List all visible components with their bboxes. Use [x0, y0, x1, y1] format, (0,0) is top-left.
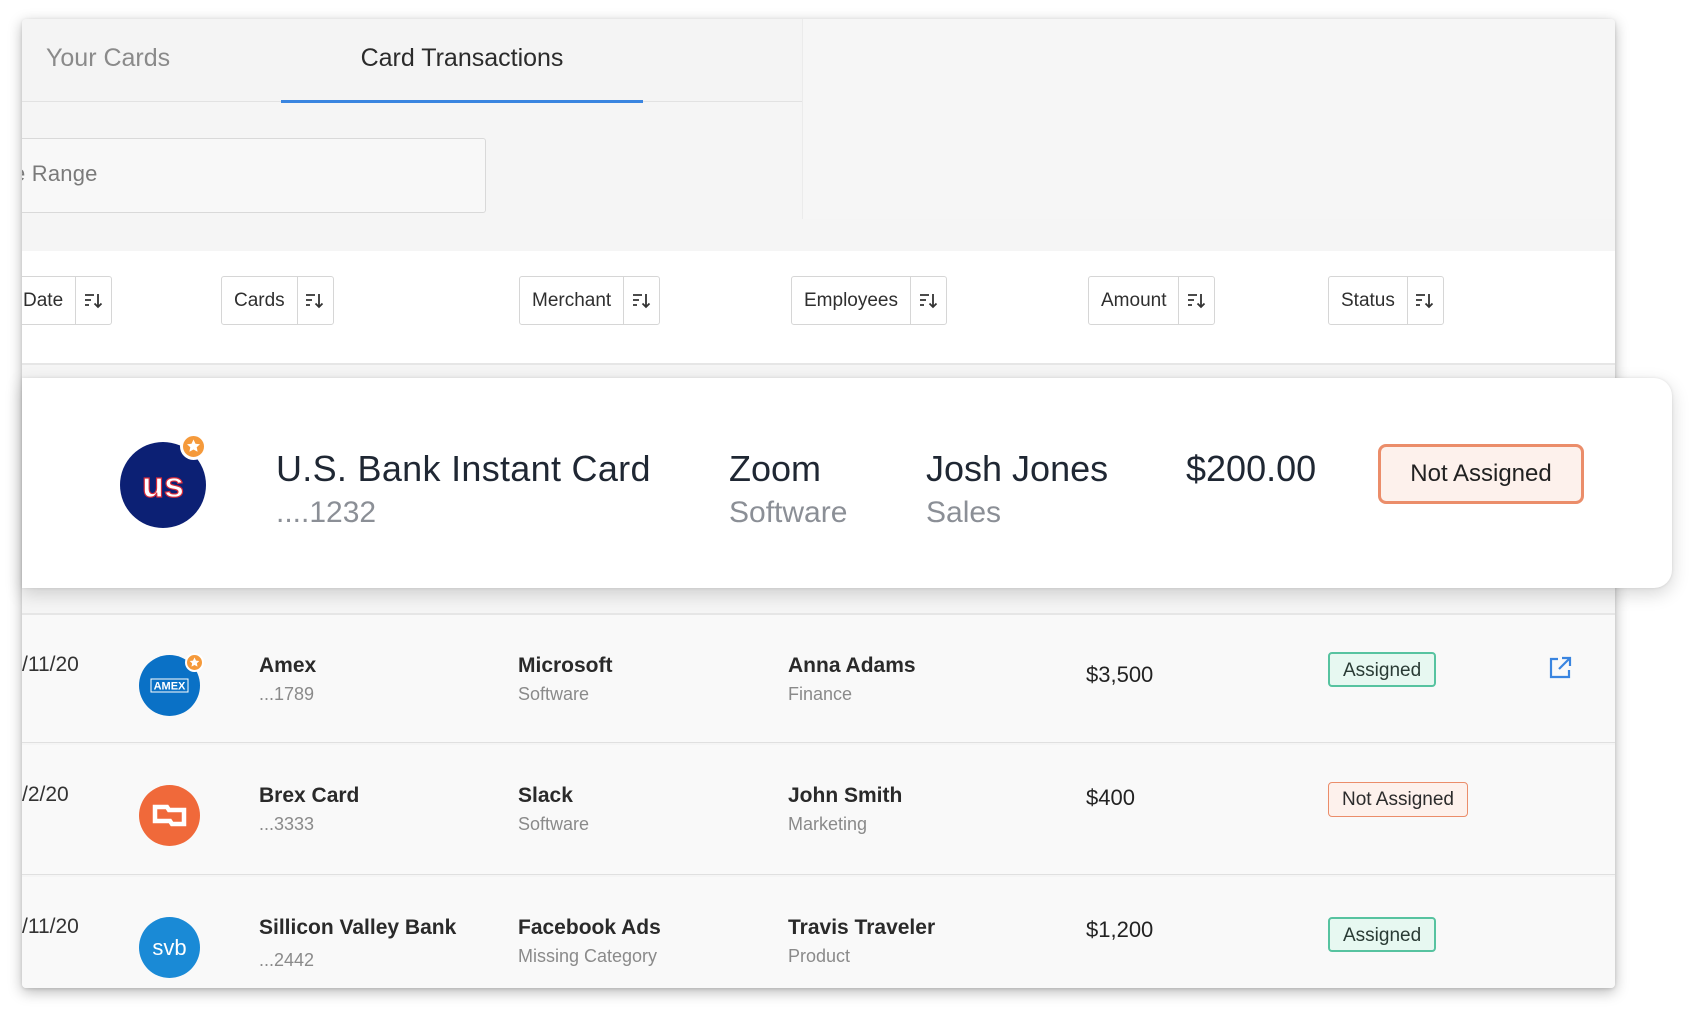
table-row[interactable]: /11/20 AMEX Amex ...1789 Microsoft Softw… [22, 613, 1615, 743]
merchant-cell: Slack Software [518, 784, 589, 835]
row-date: /2/20 [22, 783, 69, 806]
filter-date[interactable]: Date [22, 276, 113, 325]
merchant-category: Software [518, 814, 590, 834]
svg-text:AMEX: AMEX [154, 681, 186, 693]
filter-amount[interactable]: Amount [1088, 276, 1216, 325]
us-bank-logo-text: us [142, 464, 184, 505]
filter-merchant-label: Merchant [532, 289, 612, 311]
featured-employee: Josh Jones [926, 448, 1109, 489]
svb-logo-text: svb [152, 935, 186, 960]
status-badge[interactable]: Assigned [1328, 652, 1437, 687]
tab-card-transactions-label: Card Transactions [360, 44, 564, 72]
employee-cell: Travis Traveler Product [788, 916, 935, 967]
filter-cards[interactable]: Cards [221, 276, 334, 325]
featured-card-number: ....1232 [276, 496, 377, 529]
amount: $3,500 [1086, 662, 1154, 687]
employee-name: John Smith [788, 784, 903, 807]
card-name: Amex [259, 654, 317, 677]
amount: $1,200 [1086, 917, 1154, 942]
card-name: Sillicon Valley Bank [259, 916, 457, 939]
featured-card-name: U.S. Bank Instant Card [276, 448, 651, 489]
featured-amount: $200.00 [1186, 448, 1317, 489]
card-number: ...2442 [259, 950, 315, 970]
date-range-input[interactable]: e Range [22, 138, 486, 213]
employee-department: Finance [788, 684, 853, 704]
sort-icon[interactable] [1406, 277, 1443, 324]
row-date: /11/20 [22, 653, 79, 676]
table-row[interactable]: /11/20 svb Sillicon Valley Bank ...2442 … [22, 877, 1615, 988]
sort-icon[interactable] [623, 277, 659, 324]
card-name: Brex Card [259, 784, 360, 807]
filter-amount-label: Amount [1101, 289, 1167, 311]
merchant-name: Facebook Ads [518, 916, 661, 939]
merchant-category: Missing Category [518, 946, 658, 966]
card-number: ...1789 [259, 684, 315, 704]
card-cell: Amex ...1789 [259, 654, 316, 705]
merchant-name: Slack [518, 784, 573, 807]
featured-transaction-card[interactable]: us U.S. Bank Instant Card ....1232 Zoom … [22, 378, 1672, 588]
featured-category: Software [729, 496, 848, 529]
filter-status[interactable]: Status [1328, 276, 1444, 325]
employee-name: Anna Adams [788, 654, 916, 677]
sort-icon[interactable] [1178, 277, 1214, 324]
sort-icon[interactable] [296, 277, 333, 324]
filter-date-label: Date [23, 289, 64, 311]
featured-merchant: Zoom [729, 448, 822, 489]
status-badge[interactable]: Not Assigned [1328, 782, 1468, 817]
merchant-cell: Microsoft Software [518, 654, 613, 705]
employee-cell: Anna Adams Finance [788, 654, 916, 705]
employee-name: Travis Traveler [788, 916, 936, 939]
featured-status-badge[interactable]: Not Assigned [1378, 444, 1584, 504]
filter-employees[interactable]: Employees [791, 276, 947, 325]
external-link-icon[interactable] [1547, 655, 1573, 686]
brex-logo-icon [139, 785, 200, 846]
card-cell: Sillicon Valley Bank ...2442 [259, 916, 456, 971]
star-icon [185, 653, 204, 672]
employee-department: Product [788, 946, 851, 966]
card-number: ...3333 [259, 814, 315, 834]
merchant-category: Software [518, 684, 590, 704]
filter-merchant[interactable]: Merchant [519, 276, 661, 325]
employee-cell: John Smith Marketing [788, 784, 902, 835]
sort-icon[interactable] [75, 277, 111, 324]
status-badge[interactable]: Assigned [1328, 917, 1437, 952]
tab-card-transactions[interactable]: Card Transactions [281, 19, 643, 103]
filter-cards-label: Cards [234, 289, 285, 311]
merchant-name: Microsoft [518, 654, 613, 677]
svb-logo-icon: svb [139, 917, 200, 978]
star-icon [180, 433, 207, 460]
table-row[interactable]: /2/20 Brex Card ...3333 Slack Software J… [22, 745, 1615, 875]
employee-department: Marketing [788, 814, 868, 834]
merchant-cell: Facebook Ads Missing Category [518, 916, 661, 967]
date-range-placeholder: e Range [22, 161, 98, 186]
filter-status-label: Status [1341, 289, 1395, 311]
right-panel [802, 19, 1615, 219]
active-tab-indicator [281, 100, 643, 103]
row-date: /11/20 [22, 915, 79, 938]
tab-your-cards[interactable]: Your Cards [46, 19, 170, 102]
filter-employees-label: Employees [804, 289, 898, 311]
sort-icon[interactable] [910, 277, 946, 324]
amount: $400 [1086, 785, 1135, 810]
card-cell: Brex Card ...3333 [259, 784, 359, 835]
featured-department: Sales [926, 496, 1002, 529]
